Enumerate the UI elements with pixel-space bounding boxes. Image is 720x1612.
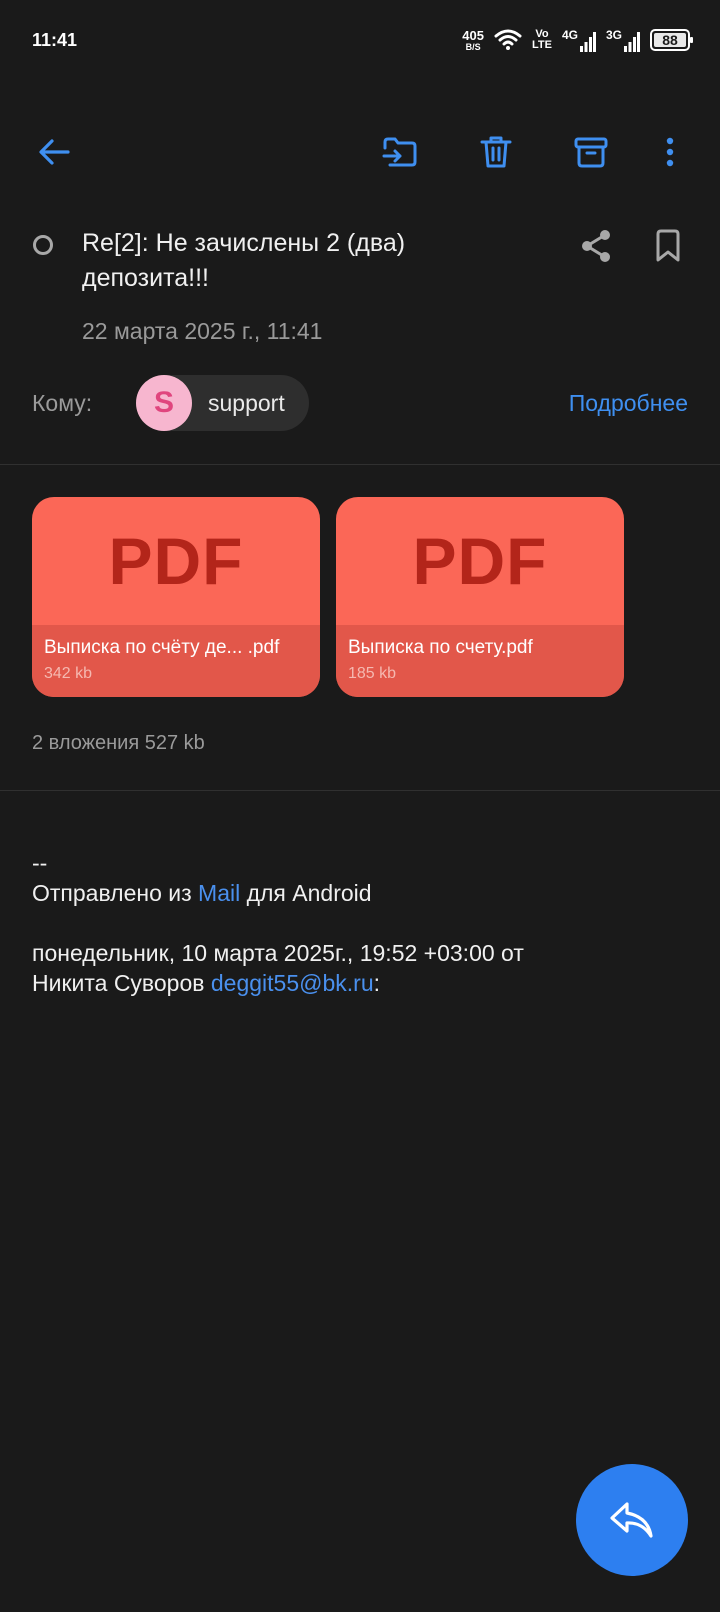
details-link[interactable]: Подробнее [569,390,688,417]
attachment-size: 185 kb [348,665,397,682]
move-to-folder-icon [382,137,417,167]
signal-3g: 3G [606,28,640,52]
message-subject: Re[2]: Не зачислены 2 (два) депозита!!! [82,229,406,292]
to-label: Кому: [32,390,93,416]
status-time: 11:41 [32,30,78,50]
attachment-name: Выписка по счёту де... .pdf [44,637,280,658]
recipient-chip[interactable]: S support [136,375,309,431]
status-bar: 11:41 405 B/S Vo LTE 4G 3G 88 [0,0,720,80]
divider [0,790,720,791]
signal-bars-icon [624,32,640,52]
attachment-size: 342 kb [44,665,93,682]
message-date: 22 марта 2025 г., 11:41 [82,318,323,344]
pdf-badge: PDF [108,524,244,598]
archive-button[interactable] [561,120,621,184]
pdf-badge: PDF [412,524,548,598]
trash-icon [480,136,512,168]
pdf-thumbnail: PDF [32,497,320,625]
signal-4g: 4G [562,28,596,52]
quote-author-line: Никита Суворов deggit55@bk.ru: [32,970,381,996]
message-body: -- Отправлено из Mail для Android понеде… [32,848,692,998]
bookmark-icon [656,229,680,262]
share-icon [582,230,610,262]
attachment-name: Выписка по счету.pdf [348,637,533,658]
reply-icon [610,1502,653,1538]
share-button[interactable] [572,222,620,270]
attachment-card[interactable]: PDF Выписка по счёту де... .pdf 342 kb [32,497,320,697]
signature-separator: -- [32,850,48,876]
toolbar [0,120,720,184]
read-status-toggle[interactable] [33,235,53,255]
sent-from-line: Отправлено из Mail для Android [32,880,372,906]
delete-button[interactable] [466,120,526,184]
bookmark-button[interactable] [644,222,692,270]
avatar: S [136,375,192,431]
back-button[interactable] [24,120,84,184]
divider [0,464,720,465]
attachment-card[interactable]: PDF Выписка по счету.pdf 185 kb [336,497,624,697]
pdf-thumbnail: PDF [336,497,624,625]
recipient-name: support [208,389,285,416]
signal-bars-icon [579,32,596,52]
network-speed: 405 B/S [462,27,484,52]
quote-header: понедельник, 10 марта 2025г., 19:52 +03:… [32,940,524,966]
back-arrow-icon [39,139,70,165]
sender-email-link[interactable]: deggit55@bk.ru [211,970,374,996]
status-icons: 405 B/S Vo LTE 4G 3G 88 [462,26,693,54]
more-options-button[interactable] [642,120,698,184]
reply-button[interactable] [576,1464,688,1576]
battery-icon: 88 [650,29,693,51]
archive-icon [574,137,608,168]
volte-indicator: Vo LTE [532,28,552,51]
wifi-icon [494,29,522,50]
move-to-folder-button[interactable] [370,120,430,184]
mail-app-link[interactable]: Mail [198,880,240,906]
attachments-total: 2 вложения 527 kb [32,732,205,754]
more-vert-icon [666,137,674,167]
